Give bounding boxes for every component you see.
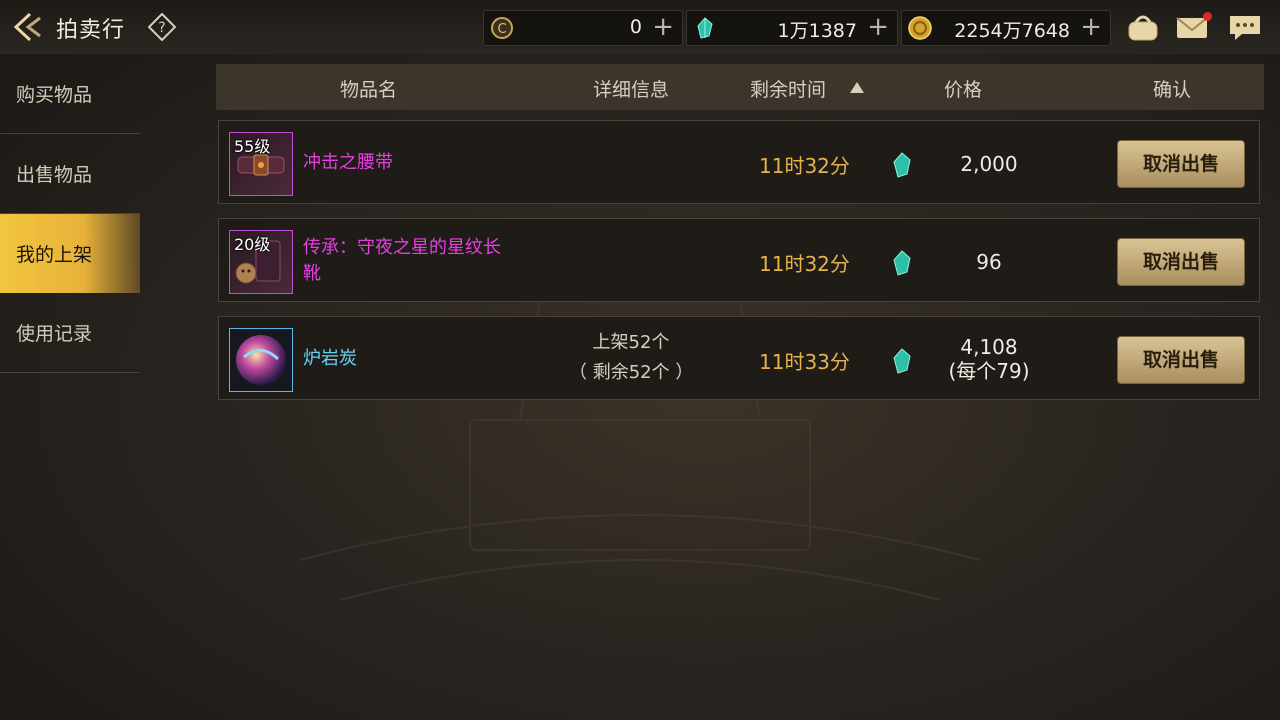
remaining-time: 11时32分 bbox=[759, 252, 850, 276]
top-bar: 拍卖行 ? C 0 + 1万1387 + 2254万7648 + bbox=[0, 0, 1280, 54]
item-icon[interactable]: 55级 bbox=[229, 132, 293, 196]
cancel-sale-button[interactable]: 取消出售 bbox=[1117, 238, 1245, 286]
item-icon[interactable] bbox=[229, 328, 293, 392]
item-icon[interactable]: 20级 bbox=[229, 230, 293, 294]
column-item-name: 物品名 bbox=[340, 79, 398, 101]
gem-icon bbox=[893, 250, 911, 276]
table-row: 55级 冲击之腰带 11时32分 2,000 取消出售 bbox=[218, 120, 1260, 204]
bag-button[interactable] bbox=[1124, 10, 1162, 44]
sidebar-item-label: 我的上架 bbox=[16, 244, 93, 266]
help-button[interactable]: ? bbox=[147, 12, 177, 42]
svg-text:C: C bbox=[497, 22, 506, 37]
item-name[interactable]: 传承：守夜之星的星纹长靴 bbox=[303, 235, 501, 287]
column-price: 价格 bbox=[944, 79, 983, 101]
sidebar-item-label: 出售物品 bbox=[16, 164, 93, 186]
gem-icon bbox=[697, 17, 713, 39]
svg-text:?: ? bbox=[158, 20, 165, 36]
cancel-sale-button[interactable]: 取消出售 bbox=[1117, 140, 1245, 188]
mail-button[interactable] bbox=[1174, 10, 1212, 44]
item-name[interactable]: 冲击之腰带 bbox=[303, 150, 393, 176]
item-level: 20级 bbox=[234, 235, 271, 254]
currency-gem-value: 1万1387 bbox=[777, 20, 857, 42]
item-level: 55级 bbox=[234, 137, 271, 156]
currency-gold-box: 2254万7648 + bbox=[901, 10, 1111, 46]
currency-gold-value: 2254万7648 bbox=[954, 20, 1070, 42]
chat-button[interactable] bbox=[1226, 10, 1264, 44]
sidebar: 购买物品 出售物品 我的上架 使用记录 bbox=[0, 54, 140, 373]
add-gold-button[interactable]: + bbox=[1080, 13, 1102, 41]
gold-coin-icon bbox=[908, 16, 932, 40]
gem-icon bbox=[893, 348, 911, 374]
sidebar-item-buy[interactable]: 购买物品 bbox=[0, 54, 140, 134]
sidebar-item-history[interactable]: 使用记录 bbox=[0, 293, 140, 373]
item-detail: 上架52个（ 剩余52个 ） bbox=[569, 332, 694, 383]
remaining-time: 11时33分 bbox=[759, 350, 850, 374]
column-confirm: 确认 bbox=[1153, 79, 1192, 101]
help-icon: ? bbox=[147, 12, 177, 42]
sidebar-item-label: 购买物品 bbox=[16, 84, 93, 106]
sidebar-item-label: 使用记录 bbox=[16, 323, 93, 345]
column-remaining-time[interactable]: 剩余时间 bbox=[750, 75, 826, 102]
add-currency-c-button[interactable]: + bbox=[652, 13, 674, 41]
back-arrow-icon bbox=[13, 12, 41, 42]
pouch-icon bbox=[1128, 15, 1158, 41]
sidebar-item-my-listings[interactable]: 我的上架 bbox=[0, 214, 140, 293]
add-gem-button[interactable]: + bbox=[867, 13, 889, 41]
sidebar-item-sell[interactable]: 出售物品 bbox=[0, 134, 140, 214]
crystal-orb-icon bbox=[236, 335, 286, 385]
table-header: 物品名 详细信息 剩余时间 价格 确认 bbox=[216, 64, 1264, 110]
currency-c-value: 0 bbox=[629, 16, 642, 38]
mail-notification-dot bbox=[1203, 12, 1212, 21]
item-name[interactable]: 炉岩炭 bbox=[303, 346, 357, 372]
cancel-sale-button[interactable]: 取消出售 bbox=[1117, 336, 1245, 384]
remaining-time: 11时32分 bbox=[759, 154, 850, 178]
coin-c-icon: C bbox=[491, 17, 513, 39]
item-price: 96 bbox=[976, 250, 1002, 274]
currency-gem-box: 1万1387 + bbox=[686, 10, 898, 46]
chat-icon bbox=[1230, 16, 1260, 40]
column-details: 详细信息 bbox=[593, 79, 670, 101]
back-button[interactable] bbox=[8, 10, 46, 44]
item-price: 4,108 (每个79) bbox=[948, 335, 1030, 383]
gem-icon bbox=[893, 152, 911, 178]
table-row: 炉岩炭 上架52个（ 剩余52个 ） 11时33分 4,108 (每个79) 取消… bbox=[218, 316, 1260, 400]
currency-c-box: C 0 + bbox=[483, 10, 683, 46]
page-title: 拍卖行 bbox=[56, 18, 126, 43]
sort-ascending-icon[interactable] bbox=[850, 82, 864, 93]
item-price: 2,000 bbox=[960, 152, 1018, 176]
table-row: 20级 传承：守夜之星的星纹长靴 11时32分 96 取消出售 bbox=[218, 218, 1260, 302]
